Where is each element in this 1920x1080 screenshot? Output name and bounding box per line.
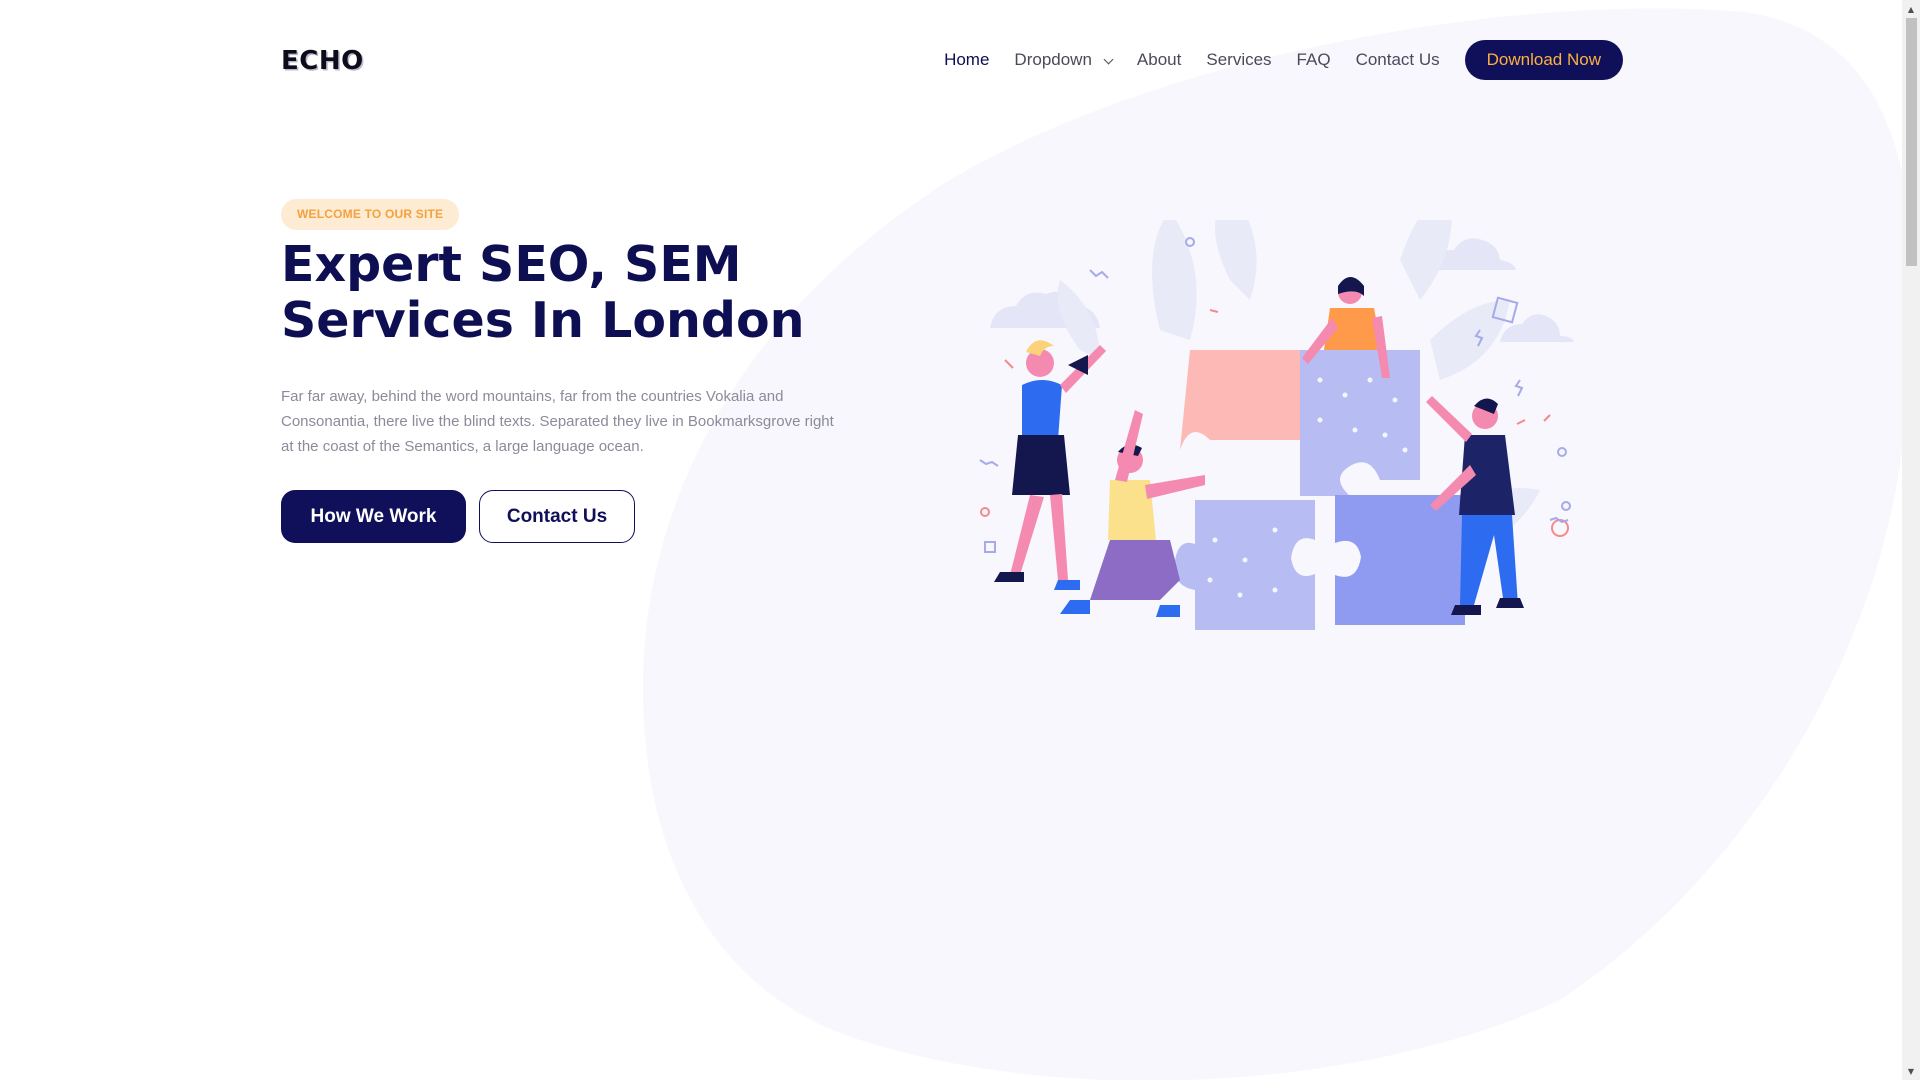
chevron-down-icon: [1103, 54, 1114, 64]
hero-cta-group: How We Work Contact Us: [281, 490, 861, 543]
nav-faq-label: FAQ: [1296, 50, 1331, 69]
hero-description: Far far away, behind the word mountains,…: [281, 388, 834, 455]
nav-services-label: Services: [1206, 50, 1272, 69]
nav-about[interactable]: About: [1137, 50, 1181, 70]
contact-us-button[interactable]: Contact Us: [479, 490, 635, 543]
hero-section: WELCOME TO OUR SITE Expert SEO, SEM Serv…: [281, 199, 861, 543]
vertical-scrollbar[interactable]: ▲ ▼: [1902, 0, 1920, 1080]
site-header: ECHO Home Dropdown About Services FAQ Co…: [281, 38, 1623, 82]
site-logo[interactable]: ECHO: [281, 46, 364, 76]
nav-home-label: Home: [944, 50, 990, 69]
nav-dropdown-label: Dropdown: [1014, 50, 1092, 69]
nav-dropdown[interactable]: Dropdown: [1014, 50, 1114, 70]
hero-headline: Expert SEO, SEM Services In London: [281, 237, 841, 349]
nav-contact-label: Contact Us: [1355, 50, 1440, 69]
download-now-button[interactable]: Download Now: [1464, 40, 1623, 80]
main-nav: Home Dropdown About Services FAQ Contact…: [919, 38, 1623, 82]
nav-contact-us[interactable]: Contact Us: [1356, 50, 1440, 70]
scroll-down-arrow-icon[interactable]: ▼: [1902, 1062, 1920, 1080]
nav-home[interactable]: Home: [944, 50, 989, 70]
nav-faq[interactable]: FAQ: [1297, 50, 1331, 70]
nav-about-label: About: [1136, 50, 1182, 69]
hero-headline-line2: Services In London: [281, 292, 805, 349]
scroll-up-arrow-icon[interactable]: ▲: [1902, 0, 1920, 18]
nav-services[interactable]: Services: [1206, 50, 1271, 70]
hero-headline-line1: Expert SEO, SEM: [281, 236, 742, 293]
scrollbar-thumb[interactable]: [1906, 18, 1917, 266]
how-we-work-button[interactable]: How We Work: [281, 490, 466, 543]
team-puzzle-illustration-icon: [979, 220, 1574, 630]
welcome-badge: WELCOME TO OUR SITE: [281, 199, 460, 230]
